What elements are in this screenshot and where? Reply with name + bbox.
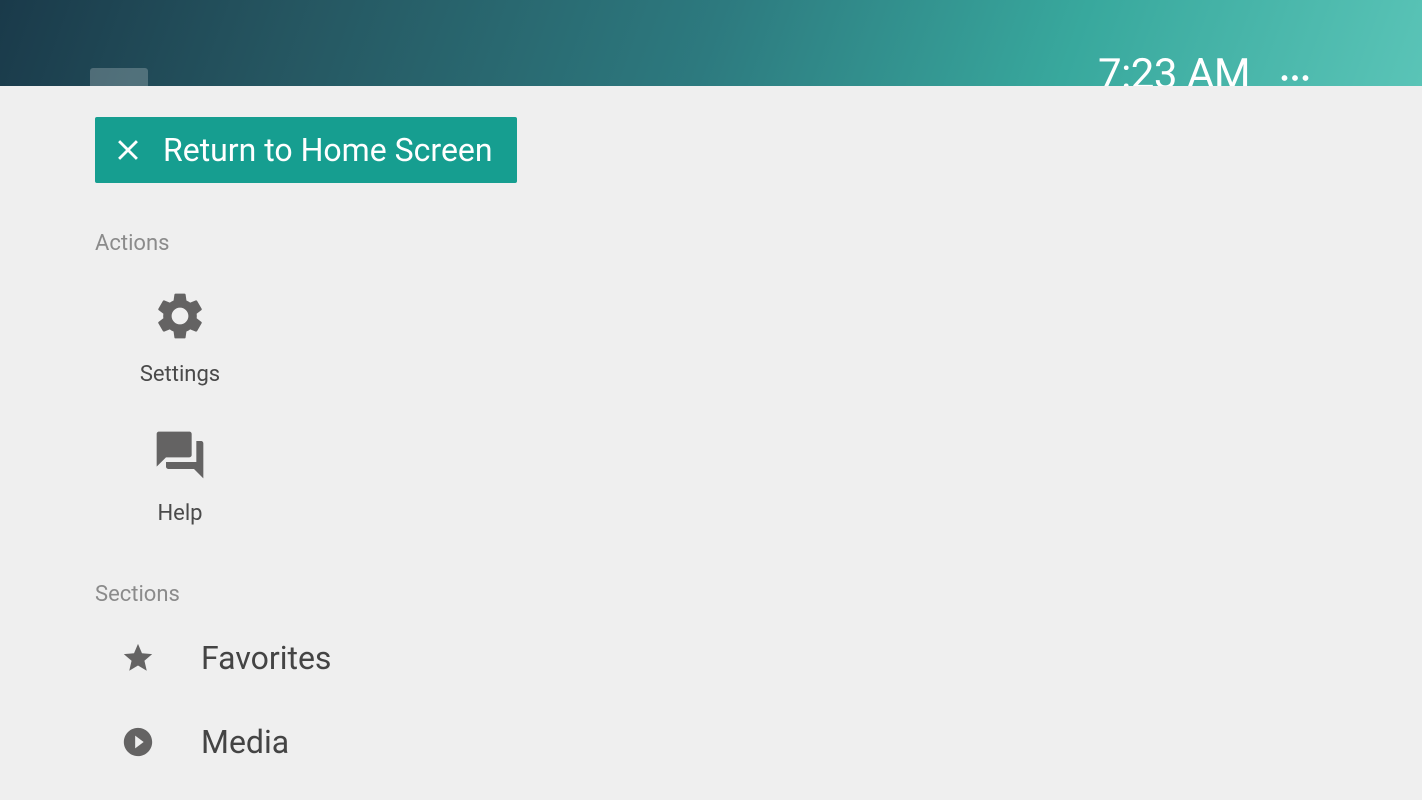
chat-icon <box>152 427 208 483</box>
media-label: Media <box>201 723 289 761</box>
background-header: 7:23 AM <box>0 0 1422 86</box>
section-favorites[interactable]: Favorites <box>95 639 1422 677</box>
favorites-label: Favorites <box>201 639 331 677</box>
close-icon <box>111 133 145 167</box>
action-settings[interactable]: Settings <box>95 288 265 387</box>
section-media[interactable]: Media <box>95 723 1422 761</box>
star-icon <box>121 641 155 675</box>
action-help[interactable]: Help <box>95 427 265 526</box>
sections-header: Sections <box>95 582 1422 607</box>
actions-header: Actions <box>95 231 1422 256</box>
more-icon[interactable] <box>1281 72 1309 84</box>
menu-panel: Return to Home Screen Actions Settings H… <box>0 86 1422 800</box>
return-home-label: Return to Home Screen <box>163 131 493 169</box>
gear-icon <box>152 288 208 344</box>
help-label: Help <box>157 501 202 526</box>
settings-label: Settings <box>140 362 220 387</box>
return-home-button[interactable]: Return to Home Screen <box>95 117 517 183</box>
app-tile-placeholder <box>90 68 148 86</box>
play-circle-icon <box>121 725 155 759</box>
